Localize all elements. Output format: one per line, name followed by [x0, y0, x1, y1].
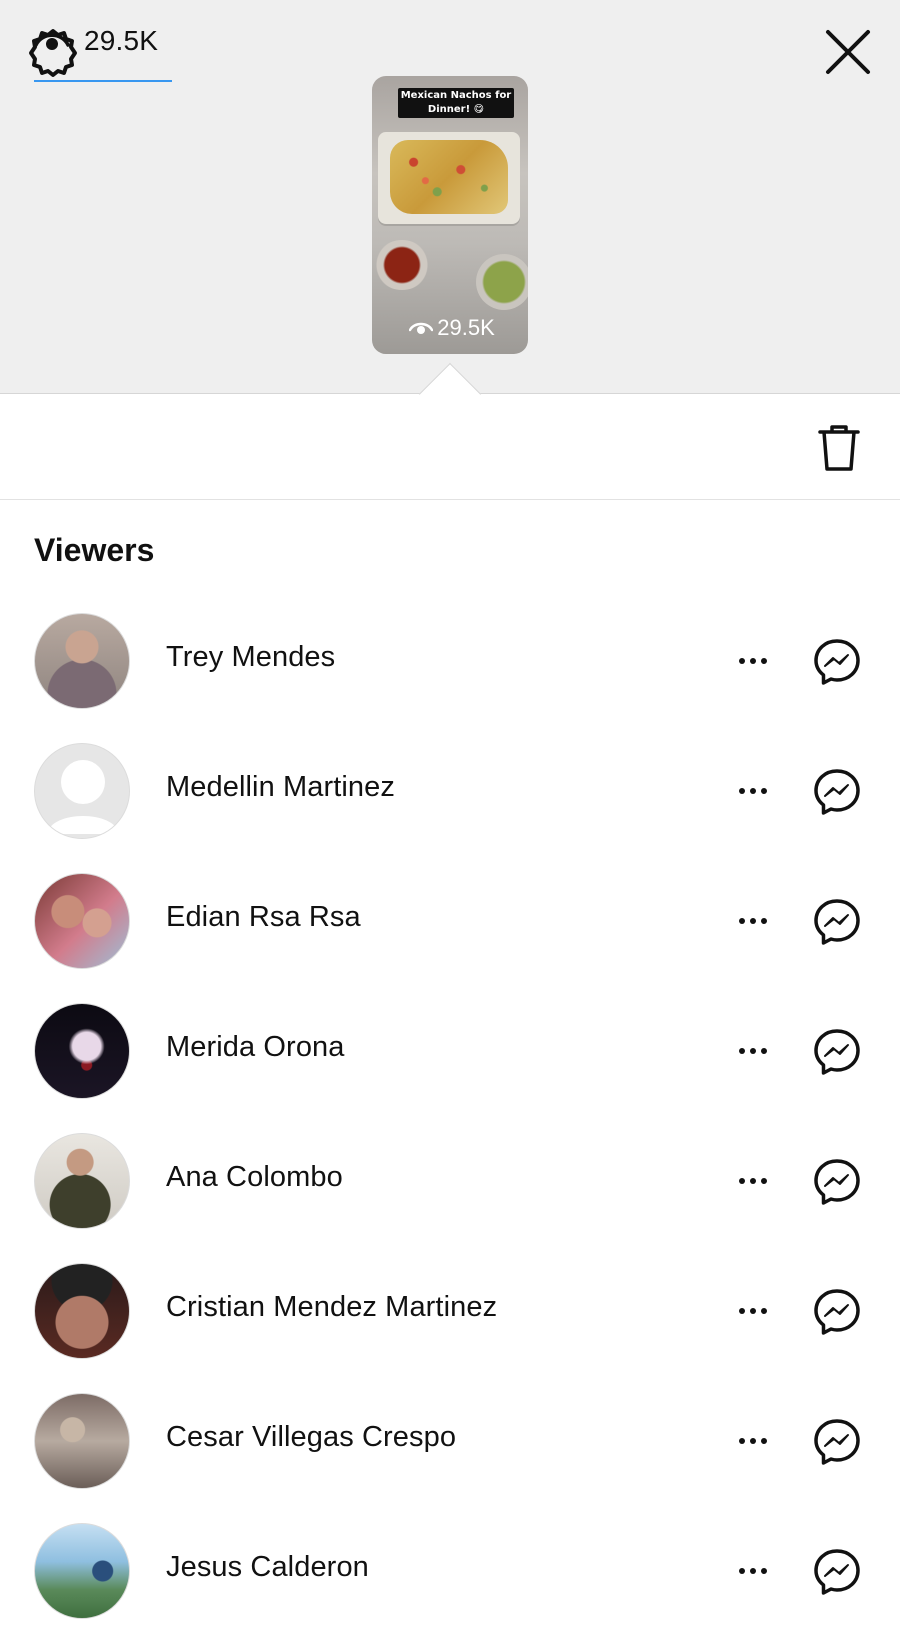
message-button[interactable] [810, 895, 864, 949]
more-options-button[interactable] [728, 1031, 778, 1071]
eye-icon [409, 322, 434, 334]
more-horizontal-icon [750, 918, 756, 924]
more-horizontal-icon [739, 788, 745, 794]
more-horizontal-icon [761, 788, 767, 794]
story-stats-bar [0, 418, 900, 500]
view-count: 29.5K [84, 25, 159, 56]
more-horizontal-icon [750, 1438, 756, 1444]
more-horizontal-icon [739, 918, 745, 924]
more-horizontal-icon [761, 658, 767, 664]
messenger-icon [814, 1549, 860, 1595]
avatar[interactable] [34, 1393, 130, 1489]
message-button[interactable] [810, 1545, 864, 1599]
viewer-row[interactable]: Ana Colombo [0, 1115, 900, 1245]
avatar[interactable] [34, 873, 130, 969]
story-views-label: 29.5K [437, 315, 495, 340]
more-options-button[interactable] [728, 901, 778, 941]
avatar[interactable] [34, 1133, 130, 1229]
more-options-button[interactable] [728, 1161, 778, 1201]
message-button[interactable] [810, 1025, 864, 1079]
viewer-name[interactable]: Ana Colombo [166, 1161, 343, 1194]
message-button[interactable] [810, 1285, 864, 1339]
viewer-name[interactable]: Cristian Mendez Martinez [166, 1291, 497, 1324]
messenger-icon [814, 899, 860, 945]
viewer-name[interactable]: Medellin Martinez [166, 771, 395, 804]
avatar[interactable] [34, 613, 130, 709]
more-options-button[interactable] [728, 1421, 778, 1461]
more-horizontal-icon [761, 1568, 767, 1574]
more-options-button[interactable] [728, 641, 778, 681]
more-horizontal-icon [750, 1178, 756, 1184]
viewer-name[interactable]: Trey Mendes [166, 641, 335, 674]
viewers-tab[interactable]: 29.5K [34, 0, 172, 82]
more-horizontal-icon [761, 1178, 767, 1184]
more-horizontal-icon [761, 918, 767, 924]
message-button[interactable] [810, 765, 864, 819]
viewer-row[interactable]: Edian Rsa Rsa [0, 855, 900, 985]
more-horizontal-icon [739, 1178, 745, 1184]
delete-story-button[interactable] [812, 418, 866, 478]
messenger-icon [814, 1029, 860, 1075]
messenger-icon [814, 1419, 860, 1465]
more-horizontal-icon [750, 658, 756, 664]
close-icon [826, 30, 870, 74]
story-image-guacamole [476, 254, 528, 310]
viewer-row[interactable]: Cesar Villegas Crespo [0, 1375, 900, 1505]
messenger-icon [814, 1159, 860, 1205]
more-horizontal-icon [750, 1048, 756, 1054]
viewer-row[interactable]: Cristian Mendez Martinez [0, 1245, 900, 1375]
avatar[interactable] [34, 1263, 130, 1359]
more-options-button[interactable] [728, 1551, 778, 1591]
more-horizontal-icon [739, 1568, 745, 1574]
close-button[interactable] [818, 22, 878, 82]
more-horizontal-icon [750, 1568, 756, 1574]
more-horizontal-icon [739, 1308, 745, 1314]
viewer-name[interactable]: Jesus Calderon [166, 1551, 369, 1584]
eye-icon [34, 33, 70, 50]
viewer-name[interactable]: Merida Orona [166, 1031, 345, 1064]
story-caption: Mexican Nachos for Dinner! 😋 [398, 88, 514, 118]
message-button[interactable] [810, 635, 864, 689]
story-image-salsa [374, 240, 430, 290]
default-avatar-icon [47, 760, 119, 834]
more-horizontal-icon [761, 1308, 767, 1314]
more-horizontal-icon [739, 1048, 745, 1054]
viewer-name[interactable]: Edian Rsa Rsa [166, 901, 361, 934]
active-tab-indicator [34, 80, 172, 82]
viewers-heading: Viewers [34, 532, 155, 568]
avatar[interactable] [34, 1523, 130, 1619]
more-horizontal-icon [761, 1438, 767, 1444]
story-thumbnail[interactable]: Mexican Nachos for Dinner! 😋 29.5K [372, 76, 528, 354]
avatar[interactable] [34, 743, 130, 839]
story-image-nachos [390, 140, 508, 214]
messenger-icon [814, 639, 860, 685]
more-horizontal-icon [739, 658, 745, 664]
message-button[interactable] [810, 1155, 864, 1209]
viewer-row[interactable]: Jesus Calderon [0, 1505, 900, 1635]
story-view-count: 29.5K [400, 315, 504, 340]
more-options-button[interactable] [728, 771, 778, 811]
more-horizontal-icon [750, 1308, 756, 1314]
more-horizontal-icon [750, 788, 756, 794]
more-horizontal-icon [761, 1048, 767, 1054]
messenger-icon [814, 769, 860, 815]
trash-icon [818, 425, 860, 471]
viewers-list: Trey Mendes Medellin Martinez Edian Rsa … [0, 595, 900, 1635]
avatar[interactable] [34, 1003, 130, 1099]
viewer-name[interactable]: Cesar Villegas Crespo [166, 1421, 456, 1454]
messenger-icon [814, 1289, 860, 1335]
more-options-button[interactable] [728, 1291, 778, 1331]
viewer-row[interactable]: Medellin Martinez [0, 725, 900, 855]
more-horizontal-icon [739, 1438, 745, 1444]
message-button[interactable] [810, 1415, 864, 1469]
viewer-row[interactable]: Merida Orona [0, 985, 900, 1115]
viewer-row[interactable]: Trey Mendes [0, 595, 900, 725]
